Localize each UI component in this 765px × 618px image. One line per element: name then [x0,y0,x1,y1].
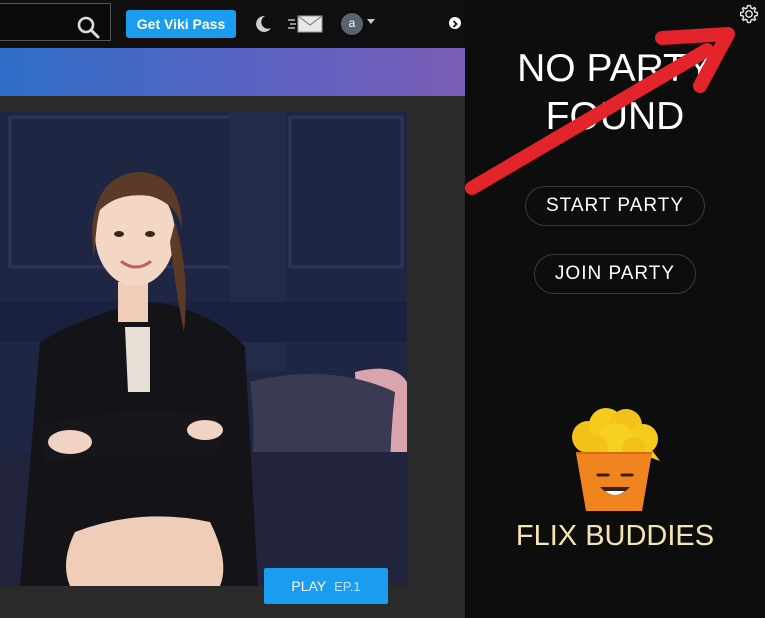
flix-buddies-panel: NO PARTY FOUND START PARTY JOIN PARTY FL… [465,0,765,618]
no-party-heading: NO PARTY FOUND [517,47,713,138]
site-header: Get Viki Pass a [0,0,465,48]
join-party-button[interactable]: JOIN PARTY [534,254,696,294]
episode-label: EP.1 [334,579,361,594]
get-viki-pass-button[interactable]: Get Viki Pass [126,10,236,38]
gear-icon[interactable] [739,4,759,24]
mail-icon[interactable] [288,15,324,33]
chevron-down-icon[interactable] [367,19,375,24]
avatar[interactable]: a [341,13,363,35]
search-icon[interactable] [76,15,100,39]
start-party-button[interactable]: START PARTY [525,186,705,226]
hero-image [0,112,407,586]
viki-site: Get Viki Pass a PLAY EP.1 [0,0,465,618]
search-input[interactable] [0,3,111,41]
play-episode-button[interactable]: PLAY EP.1 [264,568,388,604]
hero-artwork [0,112,407,586]
moon-icon[interactable] [253,14,273,34]
chevron-right-icon [449,17,461,29]
play-label: PLAY [291,578,327,594]
brand-name: FLIX BUDDIES [515,520,715,552]
collapse-panel-button[interactable] [446,13,464,33]
popcorn-logo [572,408,660,511]
promo-banner [0,48,465,96]
